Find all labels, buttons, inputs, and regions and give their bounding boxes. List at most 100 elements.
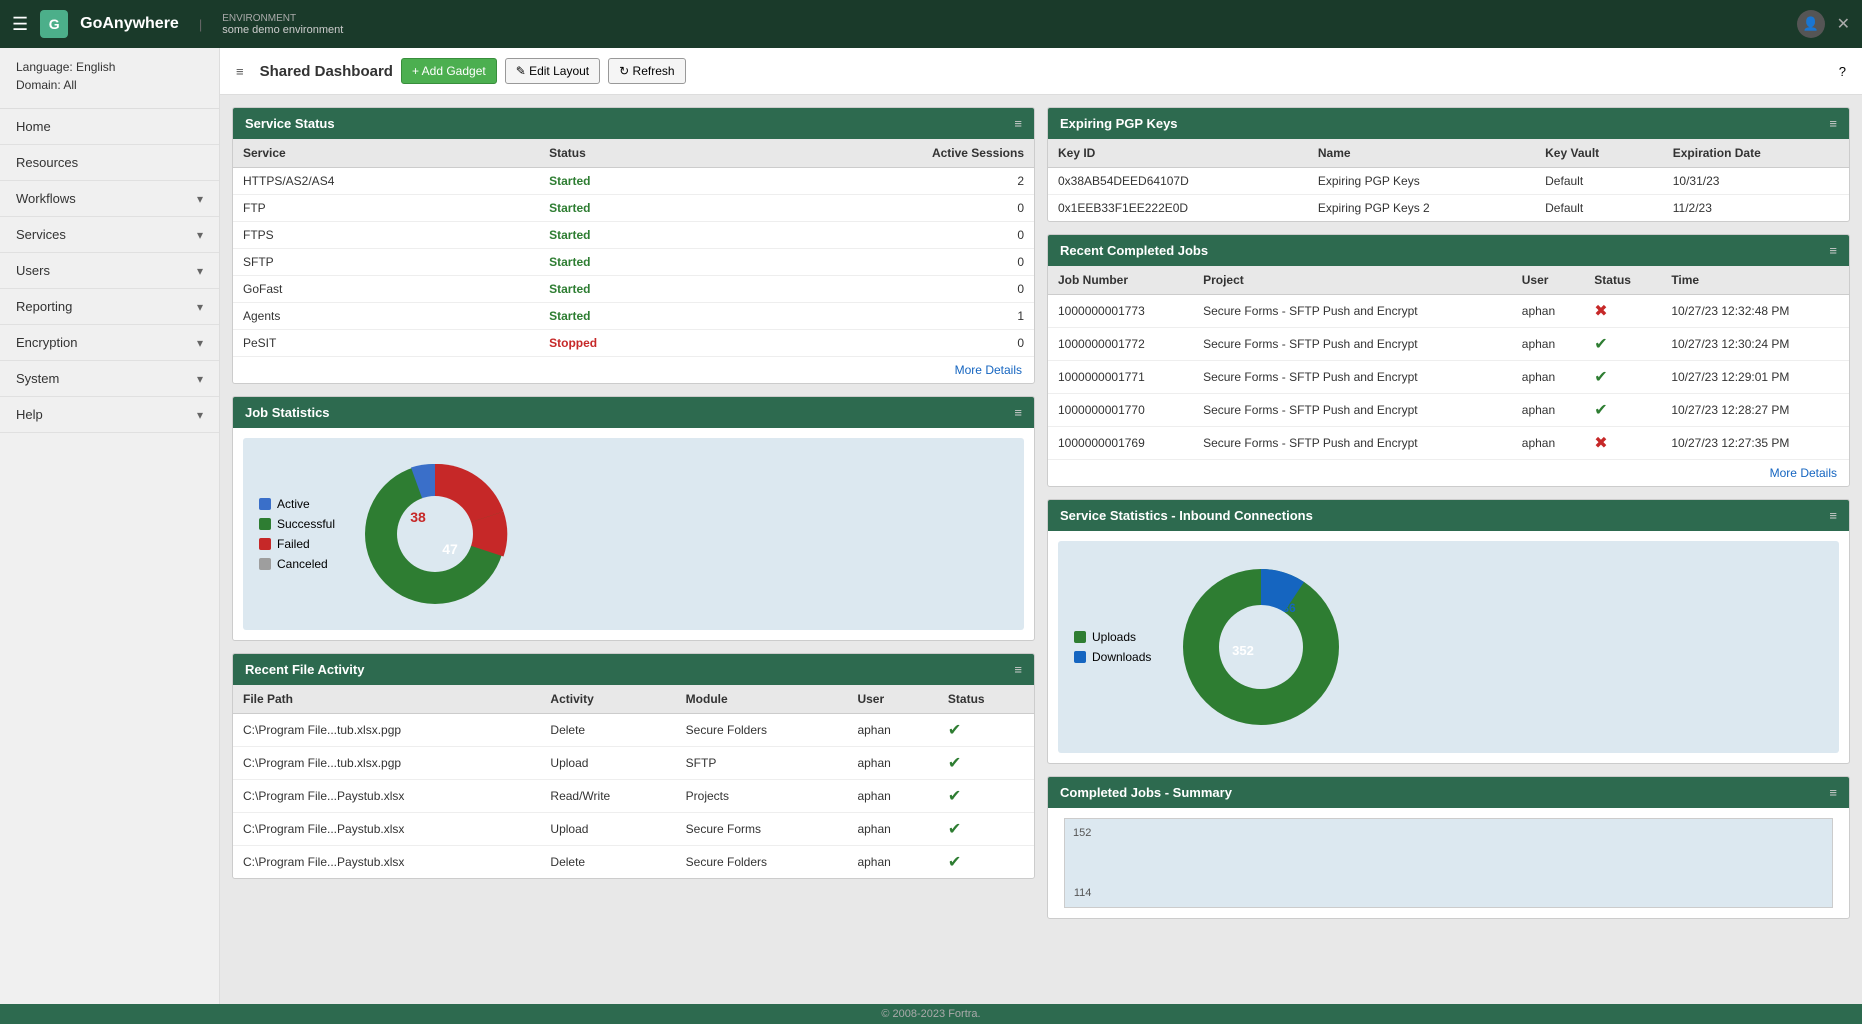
status-cell: ✖ (1584, 427, 1661, 460)
add-gadget-button[interactable]: + Add Gadget (401, 58, 497, 84)
inbound-legend: Uploads Downloads (1074, 630, 1151, 664)
panel-menu-icon[interactable]: ≡ (1829, 116, 1837, 131)
user-cell: aphan (1512, 394, 1585, 427)
recent-file-activity-title: Recent File Activity (245, 662, 364, 677)
panel-menu-icon[interactable]: ≡ (1014, 405, 1022, 420)
table-row: 1000000001769 Secure Forms - SFTP Push a… (1048, 427, 1849, 460)
filepath-cell: C:\Program File...Paystub.xlsx (233, 813, 540, 846)
service-more-details[interactable]: More Details (233, 356, 1034, 383)
bar-chart-area: 152 114 (1048, 808, 1849, 918)
jobnumber-cell: 1000000001772 (1048, 328, 1193, 361)
col-jobnumber: Job Number (1048, 266, 1193, 295)
project-cell: Secure Forms - SFTP Push and Encrypt (1193, 328, 1512, 361)
edit-layout-button[interactable]: ✎ Edit Layout (505, 58, 600, 84)
recent-completed-jobs-body: Job Number Project User Status Time 1000… (1048, 266, 1849, 486)
completed-jobs-summary-panel: Completed Jobs - Summary ≡ 152 114 (1047, 776, 1850, 919)
service-status-body: Service Status Active Sessions HTTPS/AS2… (233, 139, 1034, 383)
panel-menu-icon[interactable]: ≡ (1014, 116, 1022, 131)
table-row: Agents Started 1 (233, 303, 1034, 330)
col-keyid: Key ID (1048, 139, 1308, 168)
panel-menu-icon[interactable]: ≡ (1829, 243, 1837, 258)
copyright-text: © 2008-2023 Fortra. (881, 1008, 980, 1020)
table-row: C:\Program File...Paystub.xlsx Upload Se… (233, 813, 1034, 846)
vault-cell: Default (1535, 168, 1663, 195)
topbar: ☰ G GoAnywhere | ENVIRONMENT some demo e… (0, 0, 1862, 48)
user-cell: aphan (1512, 328, 1585, 361)
dashboard-title: Shared Dashboard (260, 63, 393, 80)
panel-menu-icon[interactable]: ≡ (1829, 785, 1837, 800)
panel-menu-icon[interactable]: ≡ (1829, 508, 1837, 523)
panel-menu-icon[interactable]: ≡ (1014, 662, 1022, 677)
user-avatar-icon[interactable]: 👤 (1797, 10, 1825, 38)
table-row: 1000000001770 Secure Forms - SFTP Push a… (1048, 394, 1849, 427)
sidebar-item-label: Home (16, 119, 51, 134)
failed-label: 38 (410, 509, 426, 525)
module-cell: Projects (676, 780, 848, 813)
table-row: 0x38AB54DEED64107D Expiring PGP Keys Def… (1048, 168, 1849, 195)
legend-color-downloads (1074, 651, 1086, 663)
menu-icon[interactable]: ☰ (12, 14, 28, 35)
service-sessions-cell: 0 (726, 249, 1034, 276)
vault-cell: Default (1535, 195, 1663, 222)
user-cell: aphan (1512, 427, 1585, 460)
service-sessions-cell: 2 (726, 168, 1034, 195)
sidebar-item-label: System (16, 371, 59, 386)
sidebar-item-encryption[interactable]: Encryption ▾ (0, 325, 219, 361)
sidebar-item-resources[interactable]: Resources (0, 145, 219, 181)
status-cell: ✔ (938, 813, 1034, 846)
table-row: C:\Program File...Paystub.xlsx Read/Writ… (233, 780, 1034, 813)
service-status-cell: Started (539, 195, 726, 222)
recent-completed-jobs-title: Recent Completed Jobs (1060, 243, 1208, 258)
legend-item-successful: Successful (259, 517, 335, 531)
sidebar-item-label: Resources (16, 155, 78, 170)
time-cell: 10/27/23 12:30:24 PM (1661, 328, 1849, 361)
sidebar-item-workflows[interactable]: Workflows ▾ (0, 181, 219, 217)
service-name-cell: GoFast (233, 276, 539, 303)
table-row: PeSIT Stopped 0 (233, 330, 1034, 357)
status-cell: ✔ (938, 747, 1034, 780)
legend-item-downloads: Downloads (1074, 650, 1151, 664)
recent-completed-jobs-header: Recent Completed Jobs ≡ (1048, 235, 1849, 266)
jobnumber-cell: 1000000001771 (1048, 361, 1193, 394)
environment-info: ENVIRONMENT some demo environment (222, 13, 343, 36)
bar-chart-container: 152 114 (1064, 818, 1833, 908)
dashboard-menu-icon[interactable]: ≡ (236, 64, 244, 79)
job-statistics-body: Active Successful Failed (233, 438, 1034, 630)
footer: © 2008-2023 Fortra. (0, 1004, 1862, 1024)
user-cell: aphan (847, 813, 937, 846)
module-cell: Secure Folders (676, 714, 848, 747)
sidebar-item-help[interactable]: Help ▾ (0, 397, 219, 433)
app-title: GoAnywhere (80, 15, 179, 33)
app-body: Language: English Domain: All Home Resou… (0, 48, 1862, 1004)
status-cell: ✖ (1584, 295, 1661, 328)
module-cell: Secure Folders (676, 846, 848, 879)
jobs-more-details[interactable]: More Details (1048, 459, 1849, 486)
service-sessions-cell: 0 (726, 222, 1034, 249)
col-user: User (847, 685, 937, 714)
refresh-button[interactable]: ↻ Refresh (608, 58, 685, 84)
sidebar-item-label: Encryption (16, 335, 77, 350)
chevron-down-icon: ▾ (197, 372, 203, 386)
name-cell: Expiring PGP Keys 2 (1308, 195, 1535, 222)
completed-jobs-summary-title: Completed Jobs - Summary (1060, 785, 1232, 800)
user-cell: aphan (1512, 361, 1585, 394)
help-icon[interactable]: ? (1839, 64, 1846, 79)
sidebar-item-label: Reporting (16, 299, 72, 314)
sidebar-item-services[interactable]: Services ▾ (0, 217, 219, 253)
recent-file-activity-panel: Recent File Activity ≡ File Path Activit… (232, 653, 1035, 879)
service-sessions-cell: 0 (726, 276, 1034, 303)
service-status-cell: Started (539, 249, 726, 276)
table-row: C:\Program File...Paystub.xlsx Delete Se… (233, 846, 1034, 879)
sidebar-item-users[interactable]: Users ▾ (0, 253, 219, 289)
keyid-cell: 0x1EEB33F1EE222E0D (1048, 195, 1308, 222)
sidebar-item-reporting[interactable]: Reporting ▾ (0, 289, 219, 325)
sidebar-item-home[interactable]: Home (0, 109, 219, 145)
completed-jobs-summary-header: Completed Jobs - Summary ≡ (1048, 777, 1849, 808)
status-cell: ✔ (1584, 394, 1661, 427)
table-row: 1000000001772 Secure Forms - SFTP Push a… (1048, 328, 1849, 361)
sidebar-item-system[interactable]: System ▾ (0, 361, 219, 397)
close-icon[interactable]: ✕ (1837, 14, 1850, 34)
right-column: Expiring PGP Keys ≡ Key ID Name Key Vaul… (1047, 107, 1850, 919)
recent-file-activity-table: File Path Activity Module User Status C:… (233, 685, 1034, 878)
sidebar-nav: Home Resources Workflows ▾ Services ▾ Us… (0, 109, 219, 433)
